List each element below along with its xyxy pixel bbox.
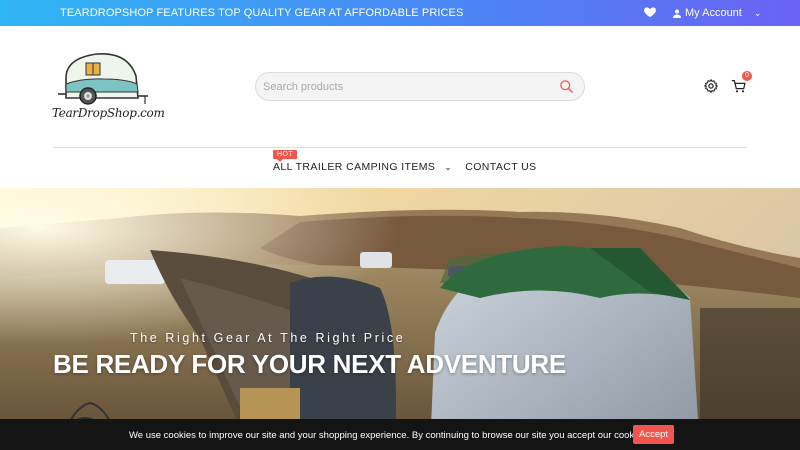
- hero-headline: BE READY FOR YOUR NEXT ADVENTURE: [53, 349, 566, 379]
- hero-banner: The Right Gear At The Right Price BE REA…: [0, 188, 800, 450]
- cookie-message: We use cookies to improve our site and y…: [129, 430, 671, 441]
- search-bar[interactable]: [255, 72, 585, 101]
- nav-item-all-trailer-camping-items[interactable]: ALL TRAILER CAMPING ITEMS ⌄: [273, 161, 452, 173]
- main-nav: ALL TRAILER CAMPING ITEMS ⌄ CONTACT US: [273, 161, 537, 173]
- nav-item-contact-us[interactable]: CONTACT US: [465, 161, 536, 173]
- top-promo-bar: TEARDROPSHOP FEATURES TOP QUALITY GEAR A…: [0, 0, 800, 26]
- chevron-down-icon: ⌄: [444, 161, 453, 172]
- nav-item-label: CONTACT US: [465, 161, 537, 173]
- logo-text: TearDropShop.com: [52, 106, 165, 120]
- user-icon: [673, 9, 681, 18]
- cart-count-badge: 0: [742, 71, 752, 81]
- gear-icon[interactable]: [703, 78, 719, 94]
- my-account-label: My Account: [685, 7, 742, 19]
- nav-item-label: ALL TRAILER CAMPING ITEMS: [273, 161, 436, 173]
- search-icon[interactable]: [559, 79, 574, 94]
- header-divider: [53, 147, 747, 148]
- cookie-banner: We use cookies to improve our site and y…: [0, 419, 800, 450]
- hero-campsite-image: [0, 188, 800, 450]
- accept-cookies-button[interactable]: Accept: [633, 425, 675, 444]
- heart-icon[interactable]: [643, 5, 657, 19]
- hot-badge: HOT: [273, 150, 298, 162]
- hero-tagline: The Right Gear At The Right Price: [130, 331, 406, 345]
- search-input[interactable]: [263, 80, 543, 93]
- promo-text: TEARDROPSHOP FEATURES TOP QUALITY GEAR A…: [60, 7, 464, 19]
- chevron-down-icon: ⌄: [753, 7, 762, 18]
- site-header: TearDropShop.com 0 HOT ALL TRAILER CAMPI…: [0, 26, 800, 188]
- my-account-menu[interactable]: My Account ⌄: [673, 7, 761, 19]
